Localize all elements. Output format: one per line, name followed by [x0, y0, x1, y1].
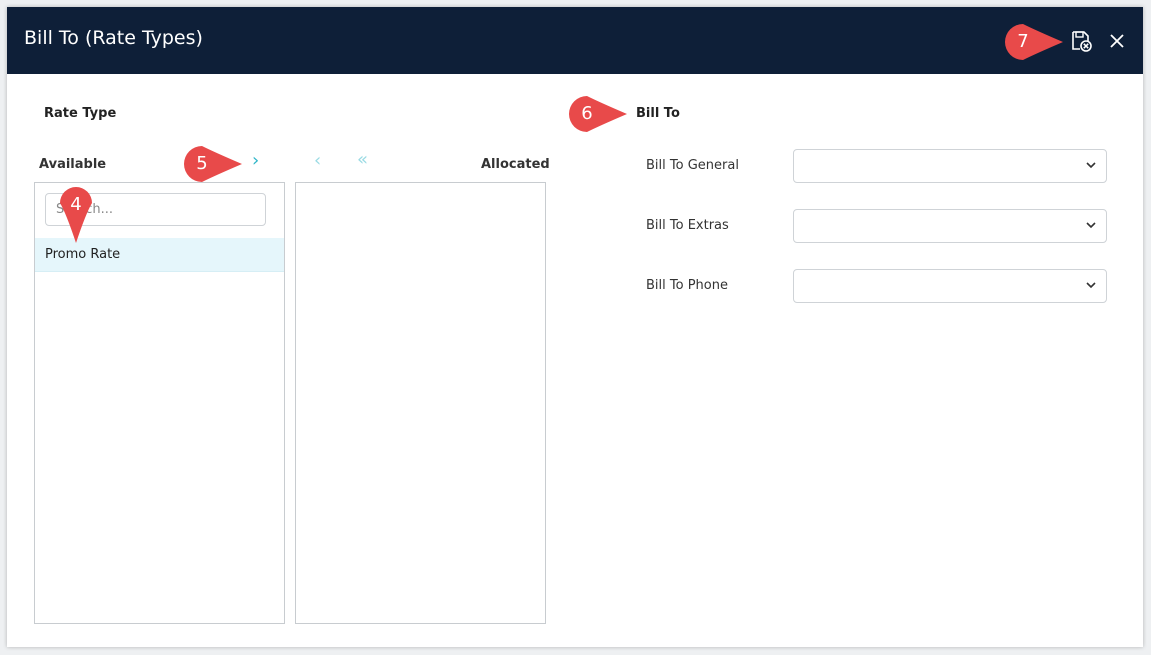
close-icon[interactable] — [1105, 29, 1129, 53]
bill-to-general-label: Bill To General — [646, 158, 739, 173]
save-cancel-icon[interactable] — [1069, 29, 1093, 53]
bill-to-phone-label: Bill To Phone — [646, 278, 728, 293]
rate-type-heading: Rate Type — [44, 106, 117, 121]
callout-marker-7: 7 — [1003, 22, 1063, 62]
move-all-left-button[interactable]: « — [357, 151, 368, 169]
move-left-button[interactable]: ‹ — [314, 152, 321, 170]
dialog-title: Bill To (Rate Types) — [24, 27, 203, 49]
callout-marker-6: 6 — [567, 94, 627, 134]
callout-number: 4 — [70, 194, 82, 215]
chevron-down-icon — [1086, 162, 1096, 169]
callout-number: 5 — [196, 153, 208, 174]
bill-to-phone-select[interactable] — [793, 269, 1107, 303]
chevron-down-icon — [1086, 282, 1096, 289]
callout-marker-5: 5 — [182, 144, 242, 184]
dialog-header: Bill To (Rate Types) — [7, 7, 1143, 74]
callout-marker-4: 4 — [56, 185, 96, 243]
callout-number: 6 — [581, 103, 593, 124]
bill-to-extras-select[interactable] — [793, 209, 1107, 243]
available-label: Available — [39, 157, 107, 172]
bill-to-extras-label: Bill To Extras — [646, 218, 729, 233]
callout-number: 7 — [1017, 31, 1029, 52]
allocated-list[interactable] — [295, 182, 546, 624]
chevron-down-icon — [1086, 222, 1096, 229]
bill-to-heading: Bill To — [636, 106, 680, 121]
available-list: Promo Rate — [34, 182, 285, 624]
bill-to-general-select[interactable] — [793, 149, 1107, 183]
allocated-label: Allocated — [481, 157, 550, 172]
move-right-button[interactable]: › — [252, 152, 259, 170]
